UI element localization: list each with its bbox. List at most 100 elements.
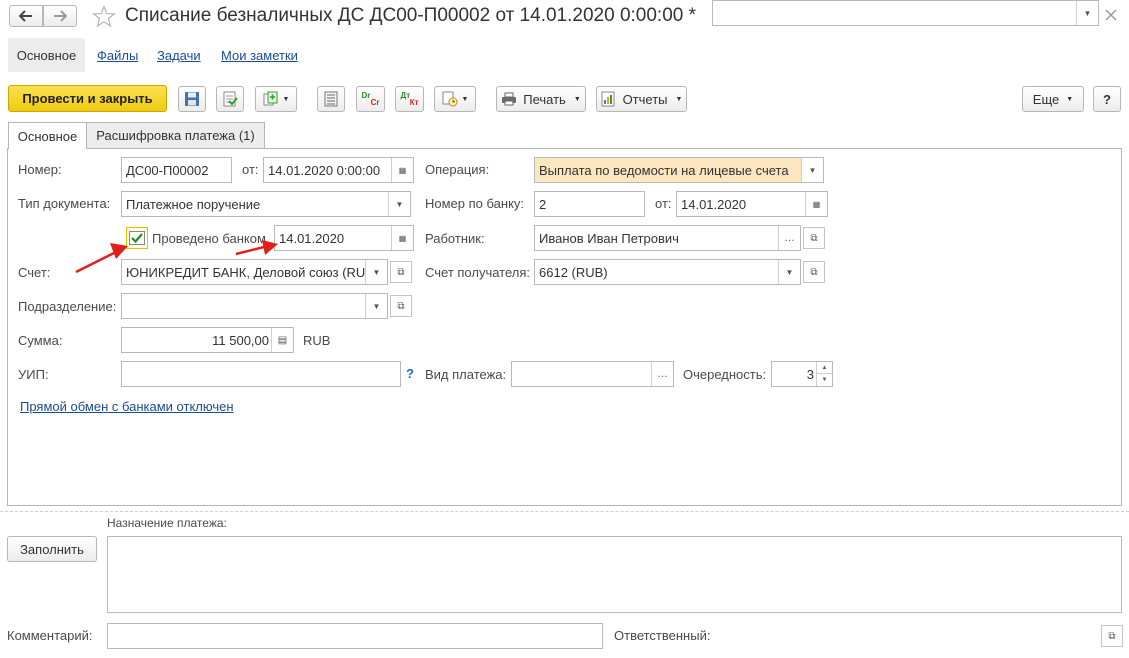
responsible-select[interactable]: ▼ — [712, 0, 1099, 26]
chevron-down-icon: ▼ — [675, 95, 683, 103]
bank-exchange-link[interactable]: Прямой обмен с банками отключен — [20, 399, 234, 414]
open-account-icon[interactable]: ⧉ — [390, 261, 412, 283]
stepper-down-icon[interactable]: ▼ — [816, 374, 832, 386]
more-button[interactable]: Еще ▼ — [1022, 86, 1084, 112]
division-label: Подразделение: — [18, 299, 117, 314]
bank-posted-date-field[interactable]: 14.01.2020 ▦ — [274, 225, 414, 251]
chevron-down-icon: ▼ — [461, 95, 469, 103]
history-button[interactable]: ▼ — [434, 86, 476, 112]
operation-value: Выплата по ведомости на лицевые счета — [539, 162, 789, 178]
chevron-down-icon[interactable]: ▼ — [388, 192, 410, 216]
annotation-arrow-icon — [75, 243, 128, 274]
open-responsible-icon[interactable]: ⧉ — [1101, 625, 1123, 647]
priority-stepper[interactable]: 3 ▲ ▼ — [771, 361, 833, 387]
nav-tab-tasks[interactable]: Задачи — [157, 48, 201, 63]
post-and-close-button[interactable]: Провести и закрыть — [8, 85, 167, 112]
calculator-icon[interactable]: ▤ — [271, 328, 293, 352]
uip-label: УИП: — [18, 367, 49, 382]
dt-kt-icon: Дт Кт — [400, 91, 419, 107]
stepper-up-icon[interactable]: ▲ — [816, 362, 832, 374]
floppy-disk-icon — [185, 92, 199, 106]
chevron-down-icon[interactable]: ▼ — [365, 294, 387, 318]
favorite-star-icon[interactable] — [92, 5, 116, 28]
bank-number-label: Номер по банку: — [425, 196, 525, 211]
employee-label: Работник: — [425, 231, 485, 246]
amount-label: Сумма: — [18, 333, 63, 348]
save-button[interactable] — [178, 86, 206, 112]
open-division-icon[interactable]: ⧉ — [390, 295, 412, 317]
bank-date-label: от: — [655, 196, 672, 211]
arrow-left-icon — [19, 10, 32, 22]
form-tab-main[interactable]: Основное — [8, 122, 87, 149]
calendar-icon[interactable]: ▦ — [805, 192, 827, 216]
comment-field[interactable] — [107, 623, 603, 649]
forward-button[interactable] — [43, 5, 77, 27]
bank-number-value: 2 — [539, 196, 547, 212]
responsible-label: Ответственный: — [614, 628, 711, 643]
payment-type-field[interactable]: … — [511, 361, 674, 387]
post-button[interactable] — [216, 86, 244, 112]
operation-select[interactable]: Выплата по ведомости на лицевые счета ▼ — [534, 157, 824, 183]
arrow-right-icon — [54, 10, 67, 22]
priority-value: 3 — [806, 366, 814, 382]
form-tab-payment-details[interactable]: Расшифровка платежа (1) — [87, 122, 265, 148]
open-employee-icon[interactable]: ⧉ — [803, 227, 825, 249]
comment-label: Комментарий: — [7, 628, 93, 643]
currency-label: RUB — [303, 333, 331, 348]
bank-date-field[interactable]: 14.01.2020 ▦ — [676, 191, 828, 217]
operation-label: Операция: — [425, 162, 490, 177]
doc-type-value: Платежное поручение — [126, 196, 261, 212]
document-journal-button[interactable] — [317, 86, 345, 112]
chevron-down-icon[interactable]: ▼ — [801, 158, 823, 182]
account-value: ЮНИКРЕДИТ БАНК, Деловой союз (RU — [126, 264, 366, 280]
nav-tab-label: Основное — [16, 47, 77, 63]
chevron-down-icon[interactable]: ▼ — [1076, 1, 1098, 25]
reports-button[interactable]: Отчеты ▼ — [596, 86, 687, 112]
more-label: Еще — [1032, 91, 1060, 107]
amount-value: 11 500,00 — [212, 332, 269, 348]
help-button[interactable]: ? — [1093, 86, 1121, 112]
print-button[interactable]: Печать ▼ — [496, 86, 586, 112]
create-based-on-icon — [263, 91, 278, 106]
account-select[interactable]: ЮНИКРЕДИТ БАНК, Деловой союз (RU ▼ — [121, 259, 388, 285]
purpose-textarea[interactable] — [107, 536, 1122, 613]
debit-credit-button[interactable]: Dr Cr — [356, 86, 385, 112]
uip-field[interactable] — [121, 361, 401, 387]
ellipsis-icon[interactable]: … — [778, 226, 800, 250]
bank-number-field[interactable]: 2 — [534, 191, 645, 217]
division-select[interactable]: ▼ — [121, 293, 388, 319]
date-field[interactable]: 14.01.2020 0:00:00 ▦ — [263, 157, 414, 183]
amount-field[interactable]: 11 500,00 ▤ — [121, 327, 294, 353]
debit-credit-ru-button[interactable]: Дт Кт — [395, 86, 424, 112]
uip-help-icon[interactable]: ? — [406, 366, 414, 381]
back-button[interactable] — [9, 5, 43, 27]
open-recipient-account-icon[interactable]: ⧉ — [803, 261, 825, 283]
report-icon — [601, 91, 615, 107]
bank-posted-date-value: 14.01.2020 — [279, 230, 345, 246]
priority-label: Очередность: — [683, 367, 767, 382]
chevron-down-icon[interactable]: ▼ — [778, 260, 800, 284]
page-title: Списание безналичных ДС ДС00-П00002 от 1… — [125, 5, 697, 26]
post-document-icon — [223, 91, 238, 107]
doc-type-label: Тип документа: — [18, 196, 111, 211]
number-field[interactable]: ДС00-П00002 — [121, 157, 232, 183]
employee-field[interactable]: Иванов Иван Петрович … — [534, 225, 801, 251]
employee-value: Иванов Иван Петрович — [539, 230, 679, 246]
nav-tab-files[interactable]: Файлы — [97, 48, 138, 63]
post-and-close-label: Провести и закрыть — [22, 91, 153, 106]
payment-type-label: Вид платежа: — [425, 367, 507, 382]
doc-type-select[interactable]: Платежное поручение ▼ — [121, 191, 411, 217]
close-icon[interactable] — [1105, 9, 1117, 21]
nav-tab-notes[interactable]: Мои заметки — [221, 48, 298, 63]
ellipsis-icon[interactable]: … — [651, 362, 673, 386]
calendar-icon[interactable]: ▦ — [391, 226, 413, 250]
help-label: ? — [1103, 91, 1111, 107]
nav-tab-main[interactable]: Основное — [8, 38, 85, 72]
fill-button[interactable]: Заполнить — [7, 536, 97, 562]
chevron-down-icon: ▼ — [573, 95, 581, 103]
recipient-account-value: 6612 (RUB) — [539, 264, 608, 280]
create-based-on-button[interactable]: ▼ — [255, 86, 297, 112]
chevron-down-icon[interactable]: ▼ — [365, 260, 387, 284]
calendar-icon[interactable]: ▦ — [391, 158, 413, 182]
recipient-account-select[interactable]: 6612 (RUB) ▼ — [534, 259, 801, 285]
